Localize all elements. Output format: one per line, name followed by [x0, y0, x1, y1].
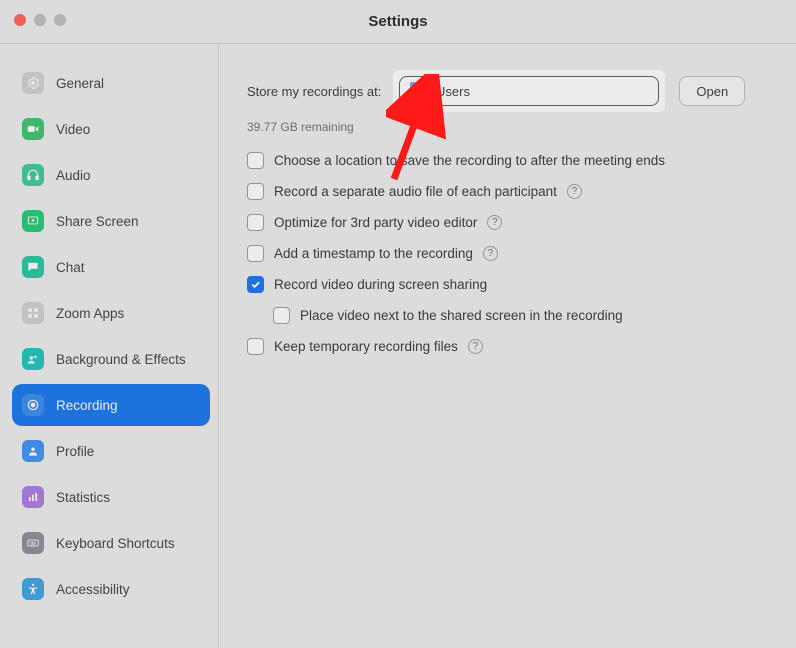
opt-keep-temp-files: Keep temporary recording files ?: [247, 338, 770, 355]
opt-choose-location-after: Choose a location to save the recording …: [247, 152, 770, 169]
help-icon[interactable]: ?: [483, 246, 498, 261]
store-location-row: Store my recordings at: Open: [247, 70, 770, 112]
help-icon[interactable]: ?: [567, 184, 582, 199]
sidebar-item-background-effects[interactable]: Background & Effects: [12, 338, 210, 380]
opt-optimize-3rd-party: Optimize for 3rd party video editor ?: [247, 214, 770, 231]
recording-path-field[interactable]: [399, 76, 659, 106]
sidebar-item-label: Statistics: [56, 490, 110, 505]
window-minimize-button[interactable]: [34, 14, 46, 26]
checkbox-add-timestamp[interactable]: [247, 245, 264, 262]
sidebar-item-share-screen[interactable]: Share Screen: [12, 200, 210, 242]
sidebar-item-label: Accessibility: [56, 582, 130, 597]
opt-label: Choose a location to save the recording …: [274, 153, 665, 168]
statistics-icon: [22, 486, 44, 508]
open-button[interactable]: Open: [679, 76, 745, 106]
opt-record-during-screenshare: Record video during screen sharing: [247, 276, 770, 293]
sidebar-item-label: Keyboard Shortcuts: [56, 536, 175, 551]
traffic-lights: [14, 14, 66, 26]
opt-separate-audio: Record a separate audio file of each par…: [247, 183, 770, 200]
window-zoom-button[interactable]: [54, 14, 66, 26]
checkbox-record-during-screenshare[interactable]: [247, 276, 264, 293]
checkbox-keep-temp-files[interactable]: [247, 338, 264, 355]
titlebar: Settings: [0, 0, 796, 44]
sidebar-item-label: General: [56, 76, 104, 91]
recording-path-input[interactable]: [432, 84, 648, 99]
accessibility-icon: [22, 578, 44, 600]
sidebar-item-label: Recording: [56, 398, 118, 413]
keyboard-icon: [22, 532, 44, 554]
headphones-icon: [22, 164, 44, 186]
path-highlight: [393, 70, 665, 112]
help-icon[interactable]: ?: [487, 215, 502, 230]
opt-label: Optimize for 3rd party video editor: [274, 215, 477, 230]
sidebar-item-label: Background & Effects: [56, 352, 186, 367]
sidebar-item-general[interactable]: General: [12, 62, 210, 104]
storage-remaining: 39.77 GB remaining: [247, 120, 770, 134]
window-close-button[interactable]: [14, 14, 26, 26]
checkbox-optimize-3rd-party[interactable]: [247, 214, 264, 231]
sidebar-item-recording[interactable]: Recording: [12, 384, 210, 426]
checkbox-separate-audio[interactable]: [247, 183, 264, 200]
chat-icon: [22, 256, 44, 278]
sidebar-item-label: Zoom Apps: [56, 306, 124, 321]
video-icon: [22, 118, 44, 140]
recording-settings-panel: Store my recordings at: Open 39.77 GB re…: [219, 44, 796, 648]
opt-label: Keep temporary recording files: [274, 339, 458, 354]
share-screen-icon: [22, 210, 44, 232]
sidebar-item-zoom-apps[interactable]: Zoom Apps: [12, 292, 210, 334]
sidebar-item-accessibility[interactable]: Accessibility: [12, 568, 210, 610]
gear-icon: [22, 72, 44, 94]
settings-sidebar: General Video Audio Share Screen Chat: [0, 44, 219, 648]
help-icon[interactable]: ?: [468, 339, 483, 354]
background-effects-icon: [22, 348, 44, 370]
store-location-label: Store my recordings at:: [247, 84, 381, 99]
profile-icon: [22, 440, 44, 462]
sidebar-item-label: Share Screen: [56, 214, 139, 229]
opt-label: Record video during screen sharing: [274, 277, 487, 292]
sidebar-item-statistics[interactable]: Statistics: [12, 476, 210, 518]
sidebar-item-chat[interactable]: Chat: [12, 246, 210, 288]
sidebar-item-label: Video: [56, 122, 90, 137]
apps-icon: [22, 302, 44, 324]
opt-label: Record a separate audio file of each par…: [274, 184, 557, 199]
sidebar-item-video[interactable]: Video: [12, 108, 210, 150]
record-icon: [22, 394, 44, 416]
sidebar-item-keyboard-shortcuts[interactable]: Keyboard Shortcuts: [12, 522, 210, 564]
folder-icon: [410, 85, 426, 98]
checkbox-place-video-next[interactable]: [273, 307, 290, 324]
opt-add-timestamp: Add a timestamp to the recording ?: [247, 245, 770, 262]
sidebar-item-label: Profile: [56, 444, 94, 459]
checkbox-choose-location-after[interactable]: [247, 152, 264, 169]
opt-label: Place video next to the shared screen in…: [300, 308, 623, 323]
opt-label: Add a timestamp to the recording: [274, 246, 473, 261]
sidebar-item-profile[interactable]: Profile: [12, 430, 210, 472]
sidebar-item-label: Audio: [56, 168, 91, 183]
sidebar-item-label: Chat: [56, 260, 85, 275]
recording-options: Choose a location to save the recording …: [247, 152, 770, 355]
opt-place-video-next: Place video next to the shared screen in…: [273, 307, 770, 324]
sidebar-item-audio[interactable]: Audio: [12, 154, 210, 196]
window-title: Settings: [368, 13, 427, 30]
content: General Video Audio Share Screen Chat: [0, 44, 796, 648]
